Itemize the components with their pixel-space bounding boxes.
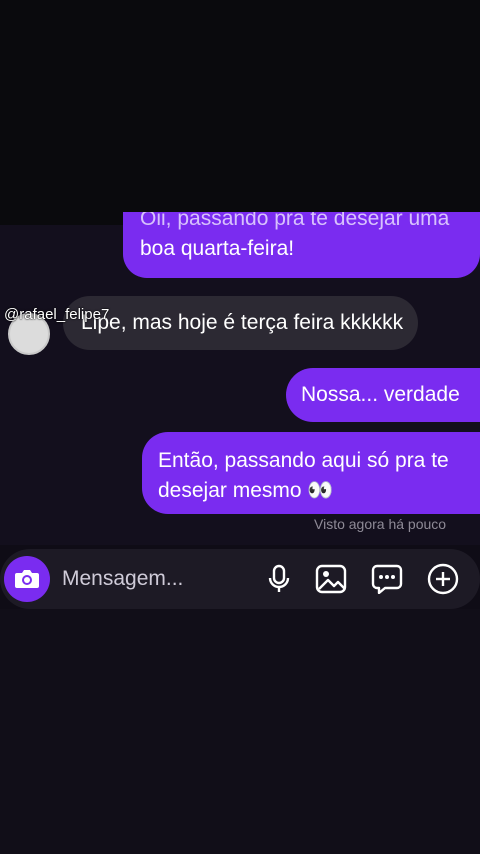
microphone-icon bbox=[268, 564, 290, 592]
top-dark-area bbox=[0, 0, 480, 225]
message-clipped-line: Oii, passando pra te desejar uma bbox=[140, 212, 450, 230]
message-bubble-outgoing[interactable]: Então, passando aqui só pra te desejar m… bbox=[142, 432, 480, 514]
chat-bubble-icon bbox=[371, 564, 403, 594]
add-button[interactable] bbox=[426, 562, 460, 596]
plus-circle-icon bbox=[427, 563, 459, 595]
message-text: Lipe, mas hoje é terça feira kkkkkk bbox=[81, 311, 404, 334]
camera-icon bbox=[15, 570, 39, 588]
microphone-button[interactable] bbox=[262, 562, 296, 596]
seen-status: Visto agora há pouco bbox=[314, 516, 447, 532]
image-icon bbox=[315, 564, 347, 594]
message-bubble-incoming[interactable]: Lipe, mas hoje é terça feira kkkkkk bbox=[63, 296, 418, 350]
message-bubble-outgoing[interactable]: Nossa... verdade bbox=[286, 368, 480, 422]
sender-handle: @rafael_felipe7 bbox=[4, 306, 110, 323]
message-bubble-outgoing[interactable]: Oii, passando pra te desejar uma boa qua… bbox=[123, 212, 480, 278]
camera-button[interactable] bbox=[4, 556, 50, 602]
message-text: Nossa... verdade bbox=[301, 383, 460, 406]
sticker-button[interactable] bbox=[370, 562, 404, 596]
bottom-area bbox=[0, 609, 480, 854]
message-text: boa quarta-feira! bbox=[140, 237, 295, 260]
message-input[interactable] bbox=[62, 564, 252, 594]
gallery-button[interactable] bbox=[314, 562, 348, 596]
message-text: Então, passando aqui só pra te desejar m… bbox=[158, 449, 449, 502]
